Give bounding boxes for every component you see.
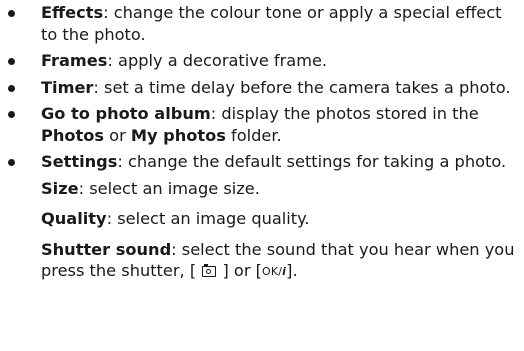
bullet-icon: [8, 58, 15, 65]
desc-effects: : change the colour tone or apply a spec…: [41, 3, 502, 44]
term-frames: Frames: [41, 51, 108, 70]
term-photo-album: Go to photo album: [41, 104, 211, 123]
ok-info-key-icon: OK/i: [262, 265, 286, 279]
list-item-frames: Frames: apply a decorative frame.: [0, 50, 524, 72]
term-size: Size: [41, 178, 79, 198]
desc-photo-album-a: : display the photos stored in the: [210, 104, 479, 123]
desc-or: or: [104, 125, 131, 145]
ok-key-label: OK/: [261, 265, 283, 278]
term-quality: Quality: [41, 209, 107, 228]
bullet-icon: [8, 10, 15, 17]
desc-size: : select an image size.: [78, 178, 260, 198]
bullet-icon: [8, 111, 15, 118]
desc-timer: : set a time delay before the camera tak…: [93, 77, 511, 97]
desc-frames: : apply a decorative frame.: [107, 51, 328, 70]
list-item-effects: Effects: change the colour tone or apply…: [0, 2, 524, 45]
desc-quality: : select an image quality.: [106, 209, 310, 228]
bullet-icon: [8, 159, 15, 166]
list-item-settings: Settings: change the default settings fo…: [0, 151, 524, 173]
bracket-open: [: [189, 261, 197, 280]
desc-photo-album-b: folder.: [225, 125, 282, 145]
camera-icon: [202, 264, 217, 277]
folder-my-photos: My photos: [130, 125, 226, 145]
sub-item-size: Size: select an image size.: [0, 178, 524, 200]
or-text: or: [228, 261, 256, 280]
sentence-end: .: [292, 261, 298, 280]
sub-item-quality: Quality: select an image quality.: [0, 208, 524, 230]
folder-photos: Photos: [41, 125, 105, 145]
list-item-timer: Timer: set a time delay before the camer…: [0, 77, 524, 99]
term-shutter-sound: Shutter sound: [41, 239, 172, 259]
term-effects: Effects: [41, 3, 104, 22]
desc-settings: : change the default settings for taking…: [117, 152, 507, 171]
term-timer: Timer: [41, 77, 94, 97]
bullet-icon: [8, 84, 15, 92]
list-item-photo-album: Go to photo album: display the photos st…: [0, 103, 524, 146]
manual-page: Effects: change the colour tone or apply…: [0, 2, 524, 291]
term-settings: Settings: [41, 152, 118, 171]
sub-item-shutter-sound: Shutter sound: select the sound that you…: [0, 239, 524, 282]
